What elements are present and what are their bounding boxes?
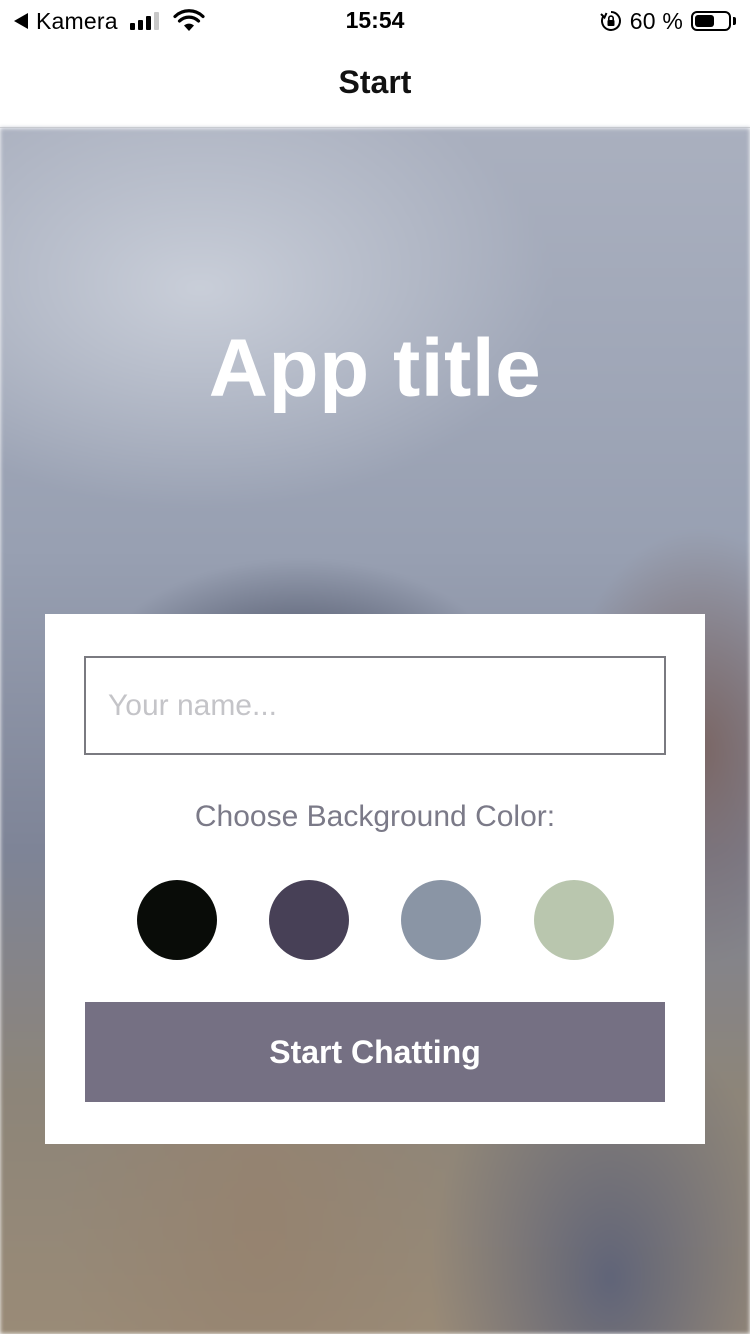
color-swatches [45, 880, 705, 960]
status-right: 60 % [600, 7, 736, 35]
color-swatch-gray-blue[interactable] [401, 880, 481, 960]
orientation-lock-icon [600, 11, 621, 31]
navigation-bar: Start [0, 40, 750, 128]
battery-percent: 60 % [629, 7, 683, 34]
status-bar: Kamera 15:54 60 % [0, 0, 750, 40]
name-input[interactable] [84, 656, 666, 755]
battery-icon [691, 11, 731, 31]
choose-color-label: Choose Background Color: [194, 800, 556, 833]
start-chatting-button[interactable]: Start Chatting [85, 1002, 665, 1102]
color-swatch-purple[interactable] [269, 880, 349, 960]
app-title: App title [208, 323, 542, 414]
nav-title: Start [338, 64, 412, 100]
color-swatch-green[interactable] [534, 880, 614, 960]
color-swatch-black[interactable] [137, 880, 217, 960]
battery-cap [733, 17, 736, 25]
start-form-card: Choose Background Color: Start Chatting [45, 614, 705, 1144]
